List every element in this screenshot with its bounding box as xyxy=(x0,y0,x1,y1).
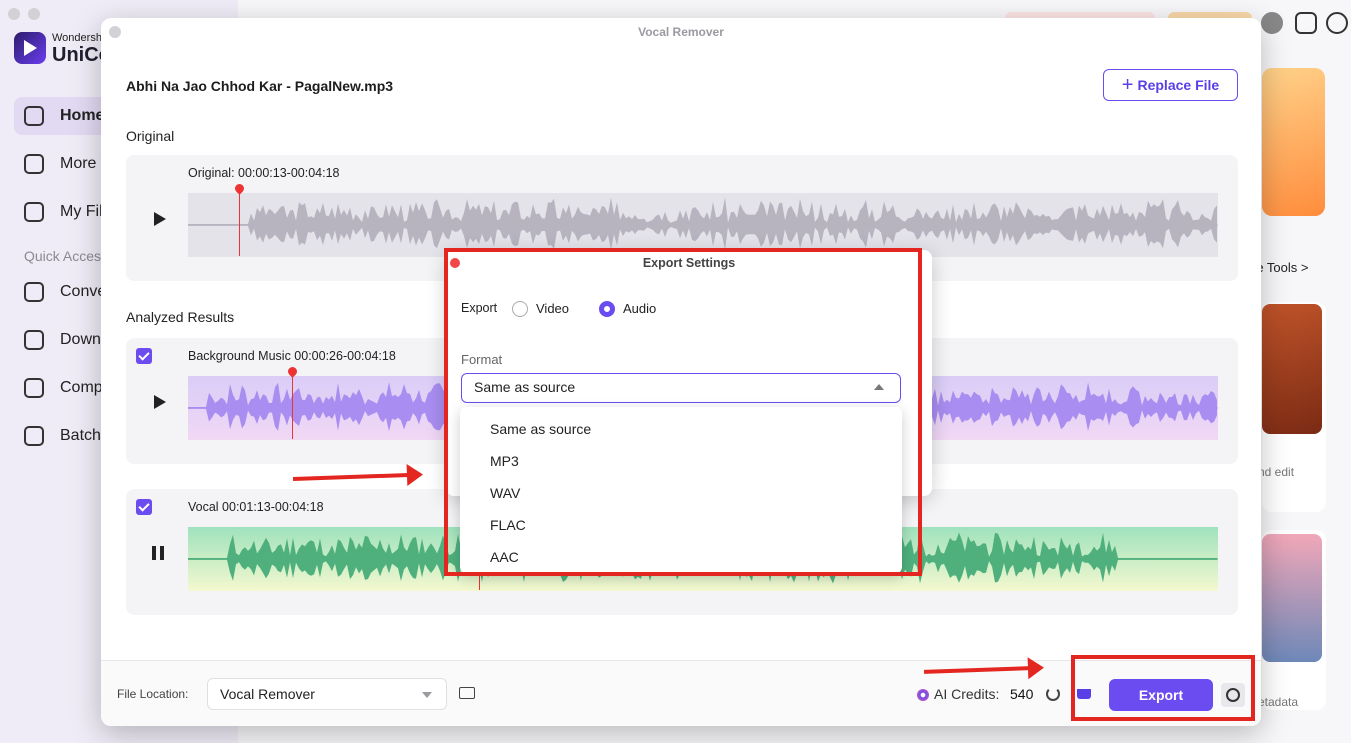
pause-icon[interactable] xyxy=(152,546,164,560)
ai-credits-label: AI Credits: xyxy=(934,686,1000,702)
track-label: Original: 00:00:13-00:04:18 xyxy=(188,166,340,180)
sidebar-item-label: Batch xyxy=(60,427,101,444)
avatar[interactable] xyxy=(1261,12,1283,34)
analyzed-results-title: Analyzed Results xyxy=(126,309,235,325)
original-section-title: Original xyxy=(126,128,175,144)
chevron-down-icon xyxy=(422,692,432,698)
tool-thumbnail xyxy=(1262,304,1322,434)
background-music-checkbox[interactable] xyxy=(136,348,152,364)
compress-icon xyxy=(24,378,44,398)
promo-card[interactable] xyxy=(1262,68,1325,216)
sidebar-item-label: Comp xyxy=(60,379,103,396)
sidebar-item-label: Downl xyxy=(60,331,105,348)
playhead[interactable] xyxy=(292,371,293,439)
replace-file-label: Replace File xyxy=(1137,77,1220,93)
chat-icon[interactable] xyxy=(1295,12,1317,34)
sidebar-item-label: My Fil xyxy=(60,203,103,220)
quick-access-heading: Quick Acces xyxy=(24,248,102,264)
convert-icon xyxy=(24,282,44,302)
brand-small: Wondersh xyxy=(52,32,102,44)
replace-file-button[interactable]: + Replace File xyxy=(1103,69,1238,101)
sidebar-item-label: Conve xyxy=(60,283,107,300)
file-name: Abhi Na Jao Chhod Kar - PagalNew.mp3 xyxy=(126,78,394,94)
window-controls xyxy=(8,8,40,20)
sidebar-item-label: Home xyxy=(60,107,105,124)
file-icon xyxy=(24,202,44,222)
file-location-value: Vocal Remover xyxy=(220,686,315,702)
batch-icon xyxy=(24,426,44,446)
toolbox-icon xyxy=(24,154,44,174)
close-window-icon[interactable] xyxy=(8,8,20,20)
ai-credits-icon xyxy=(917,689,929,701)
tool-card-text-2: etadata xyxy=(1258,695,1299,709)
file-location-select[interactable]: Vocal Remover xyxy=(207,678,447,710)
headset-icon[interactable] xyxy=(1326,12,1348,34)
refresh-icon[interactable] xyxy=(1046,687,1060,701)
home-icon xyxy=(24,106,44,126)
app-logo-icon xyxy=(14,32,46,64)
download-icon xyxy=(24,330,44,350)
tool-card-2[interactable] xyxy=(1262,530,1326,710)
vocal-checkbox[interactable] xyxy=(136,499,152,515)
plus-icon: + xyxy=(1121,74,1134,96)
ai-credits-value: 540 xyxy=(1010,686,1034,702)
playhead[interactable] xyxy=(239,188,240,256)
highlight-box-export-settings xyxy=(444,248,922,576)
waveform-path xyxy=(188,197,1217,250)
play-icon[interactable] xyxy=(154,212,166,226)
minimize-window-icon[interactable] xyxy=(28,8,40,20)
track-label: Vocal 00:01:13-00:04:18 xyxy=(188,500,324,514)
tool-card-text: nd edit xyxy=(1258,465,1295,479)
play-icon[interactable] xyxy=(154,395,166,409)
tool-card[interactable] xyxy=(1262,302,1326,512)
highlight-box-export xyxy=(1071,655,1255,721)
tool-thumbnail-2 xyxy=(1262,534,1322,662)
file-location-label: File Location: xyxy=(117,687,189,701)
track-label: Background Music 00:00:26-00:04:18 xyxy=(188,349,396,363)
modal-title: Vocal Remover xyxy=(638,25,724,39)
folder-icon[interactable] xyxy=(459,687,475,699)
